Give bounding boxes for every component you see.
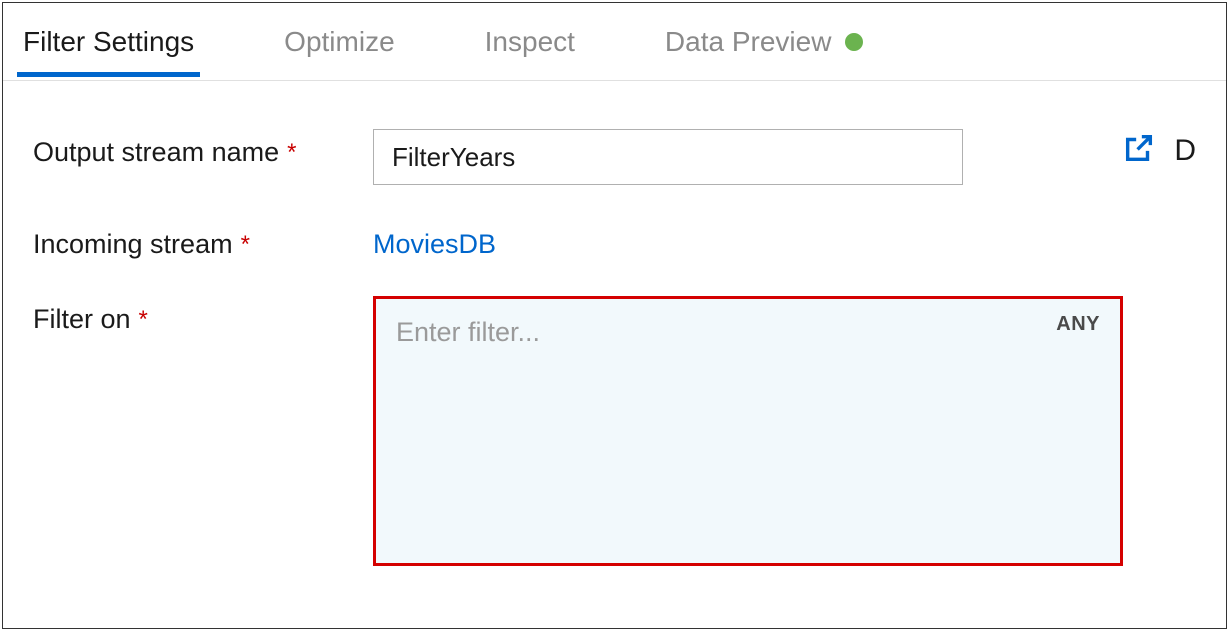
label-incoming-stream: Incoming stream *	[33, 221, 373, 260]
truncated-text: D	[1174, 134, 1196, 168]
row-filter-on: Filter on * Enter filter... ANY	[33, 296, 1206, 566]
label-text: Filter on	[33, 304, 131, 335]
filter-type-badge: ANY	[1056, 313, 1100, 336]
label-output-stream: Output stream name *	[33, 129, 373, 168]
status-dot-icon	[845, 33, 863, 51]
control-output-stream	[373, 129, 963, 185]
required-asterisk-icon: *	[287, 139, 296, 167]
tab-label: Data Preview	[665, 26, 832, 58]
tab-bar: Filter Settings Optimize Inspect Data Pr…	[3, 3, 1226, 81]
required-asterisk-icon: *	[241, 231, 250, 259]
tab-inspect[interactable]: Inspect	[485, 8, 575, 76]
label-text: Output stream name	[33, 137, 279, 168]
filter-expression-input[interactable]: Enter filter... ANY	[373, 296, 1123, 566]
filter-placeholder: Enter filter...	[396, 317, 540, 347]
output-stream-name-input[interactable]	[373, 129, 963, 185]
panel-frame: Filter Settings Optimize Inspect Data Pr…	[2, 2, 1227, 629]
open-external-icon[interactable]	[1122, 131, 1156, 170]
label-text: Incoming stream	[33, 229, 233, 260]
tab-optimize[interactable]: Optimize	[284, 8, 394, 76]
row-output-stream: Output stream name *	[33, 129, 1206, 185]
required-asterisk-icon: *	[139, 306, 148, 334]
tab-label: Optimize	[284, 26, 394, 58]
row-incoming-stream: Incoming stream * MoviesDB	[33, 221, 1206, 260]
tab-label: Filter Settings	[23, 26, 194, 58]
control-incoming-stream: MoviesDB	[373, 221, 963, 260]
label-filter-on: Filter on *	[33, 296, 373, 335]
form-area: Output stream name * Incoming stream * M…	[3, 81, 1226, 566]
tab-label: Inspect	[485, 26, 575, 58]
right-actions: D	[1122, 131, 1196, 170]
tab-filter-settings[interactable]: Filter Settings	[23, 8, 194, 76]
incoming-stream-link[interactable]: MoviesDB	[373, 221, 496, 260]
tab-data-preview[interactable]: Data Preview	[665, 8, 864, 76]
